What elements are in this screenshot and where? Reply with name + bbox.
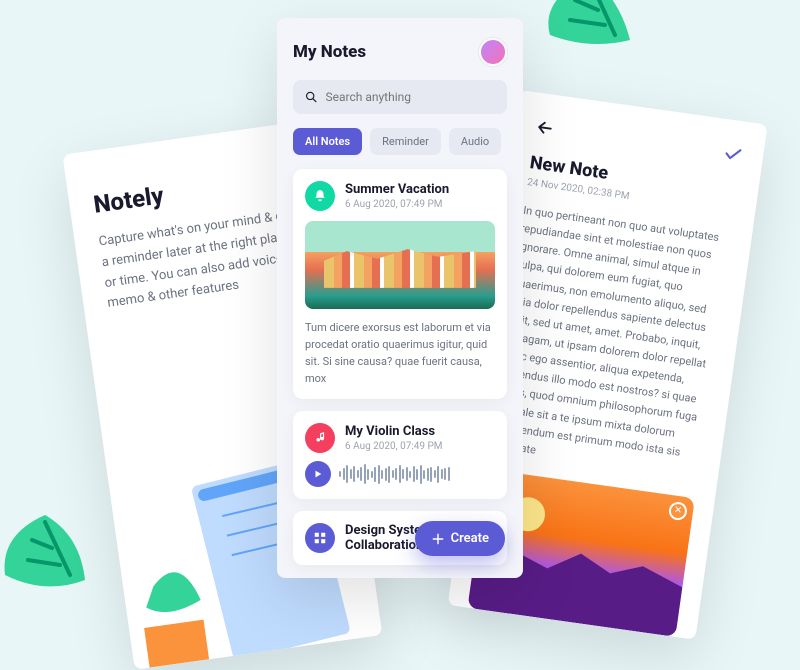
create-button[interactable]: Create	[415, 521, 505, 556]
plus-icon	[431, 532, 445, 546]
search-icon	[305, 90, 317, 104]
note-card[interactable]: Summer Vacation 6 Aug 2020, 07:49 PM Tum…	[293, 169, 507, 399]
note-body: Tum dicere exorsus est laborum et via pr…	[305, 319, 495, 387]
play-button[interactable]	[305, 461, 331, 487]
note-title: Summer Vacation	[345, 182, 449, 197]
detail-body: In quo pertineant non quo aut voluptates…	[489, 202, 732, 483]
note-title: My Violin Class	[345, 424, 443, 439]
page-title: My Notes	[293, 42, 366, 62]
leaf-decoration	[0, 510, 100, 610]
leaf-decoration	[520, 0, 660, 90]
search-bar[interactable]	[293, 80, 507, 114]
filter-reminder[interactable]: Reminder	[370, 128, 441, 155]
note-thumbnail	[305, 221, 495, 309]
notes-list-screen: My Notes All Notes Reminder Audio Images…	[277, 18, 523, 578]
check-icon[interactable]	[722, 143, 745, 166]
avatar[interactable]	[479, 38, 507, 66]
filter-audio[interactable]: Audio	[449, 128, 501, 155]
music-icon	[305, 423, 335, 453]
grid-icon	[305, 523, 335, 553]
audio-waveform[interactable]	[339, 464, 495, 484]
filter-row: All Notes Reminder Audio Images	[293, 128, 507, 155]
filter-all-notes[interactable]: All Notes	[293, 128, 362, 155]
fab-label: Create	[451, 531, 489, 546]
remove-image-button[interactable]: ✕	[668, 501, 688, 521]
bell-icon	[305, 181, 335, 211]
search-input[interactable]	[325, 90, 495, 104]
back-icon[interactable]	[534, 117, 557, 140]
note-date: 6 Aug 2020, 07:49 PM	[345, 199, 449, 210]
note-date: 6 Aug 2020, 07:49 PM	[345, 441, 443, 452]
note-card[interactable]: My Violin Class 6 Aug 2020, 07:49 PM	[293, 411, 507, 499]
